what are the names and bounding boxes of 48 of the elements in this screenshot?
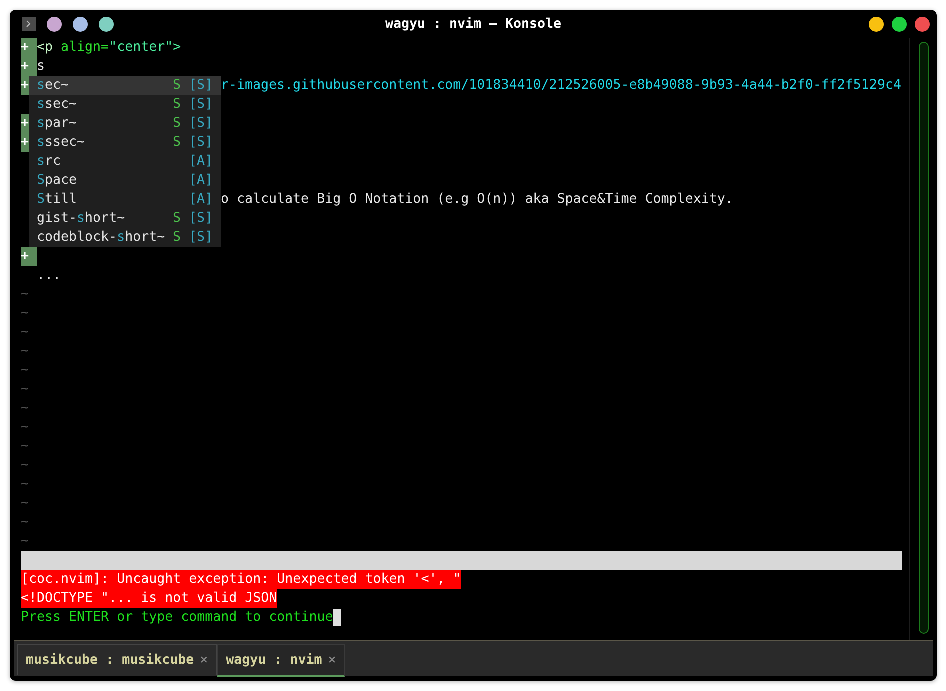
code-text: o calculate Big O Notation (e.g O(n)) aka Space&Time Complexity. [221, 192, 734, 207]
window-button[interactable] [99, 16, 114, 32]
empty-line-marker: ~ [21, 400, 30, 418]
empty-line-marker: ~ [21, 457, 30, 475]
completion-item[interactable]: Still [A] [29, 190, 221, 209]
tab-label: wagyu : nvim [226, 652, 322, 668]
window-title: wagyu : nvim — Konsole [385, 16, 562, 32]
completion-item[interactable]: sec~ S [S] [29, 76, 221, 95]
code-text: r-images.githubusercontent.com/101834410/212526005-e8b49088-9b93-4a44-b2f0-ff2f5129c4 [221, 78, 902, 93]
empty-line-marker: ~ [21, 438, 30, 456]
tab-label: musikcube : musikcube [26, 652, 194, 668]
window-button[interactable] [73, 16, 88, 32]
empty-line-marker: ~ [21, 514, 30, 532]
maximize-button[interactable] [892, 16, 907, 32]
empty-line-marker: ~ [21, 476, 30, 494]
terminal-icon[interactable] [22, 17, 36, 31]
empty-line-marker: ~ [21, 362, 30, 380]
empty-line-marker: ~ [21, 381, 30, 399]
tab[interactable]: wagyu : nvim × [217, 644, 346, 677]
scrollbar[interactable] [918, 42, 928, 634]
code-text: ... [37, 268, 62, 283]
window-button[interactable] [47, 16, 62, 32]
completion-item[interactable]: ssec~ S [S] [29, 95, 221, 114]
git-added-sign: + [21, 57, 37, 76]
completion-item[interactable]: gist-short~ S [S] [29, 209, 221, 228]
empty-line-marker: ~ [21, 495, 30, 513]
error-message: <!DOCTYPE "... is not valid JSON [21, 589, 278, 608]
error-message: [coc.nvim]: Uncaught exception: Unexpected token '<', " [21, 570, 462, 589]
code-text: "center"> [109, 40, 182, 55]
minimize-button[interactable] [869, 16, 884, 32]
git-added-sign: + [21, 38, 37, 57]
code-text: s [37, 59, 46, 74]
close-button[interactable] [915, 16, 930, 32]
empty-line-marker: ~ [21, 305, 30, 323]
code-text: <p [37, 40, 54, 55]
empty-line-marker: ~ [21, 343, 30, 361]
empty-line-marker: ~ [21, 286, 30, 304]
empty-line-marker: ~ [21, 419, 30, 437]
completion-item[interactable]: codeblock-short~ S [S] [29, 228, 221, 247]
completion-item[interactable]: Space [A] [29, 171, 221, 190]
empty-line-marker: ~ [21, 324, 30, 342]
close-tab-button[interactable]: × [200, 652, 208, 668]
completion-item[interactable]: s rc [A] [29, 152, 221, 171]
code-text: align= [61, 40, 110, 55]
close-tab-button[interactable]: × [328, 652, 336, 668]
empty-line-marker: ~ [21, 533, 30, 551]
git-added-sign: + [21, 247, 37, 266]
prompt-message: Press ENTER or type command to continue [21, 609, 334, 627]
